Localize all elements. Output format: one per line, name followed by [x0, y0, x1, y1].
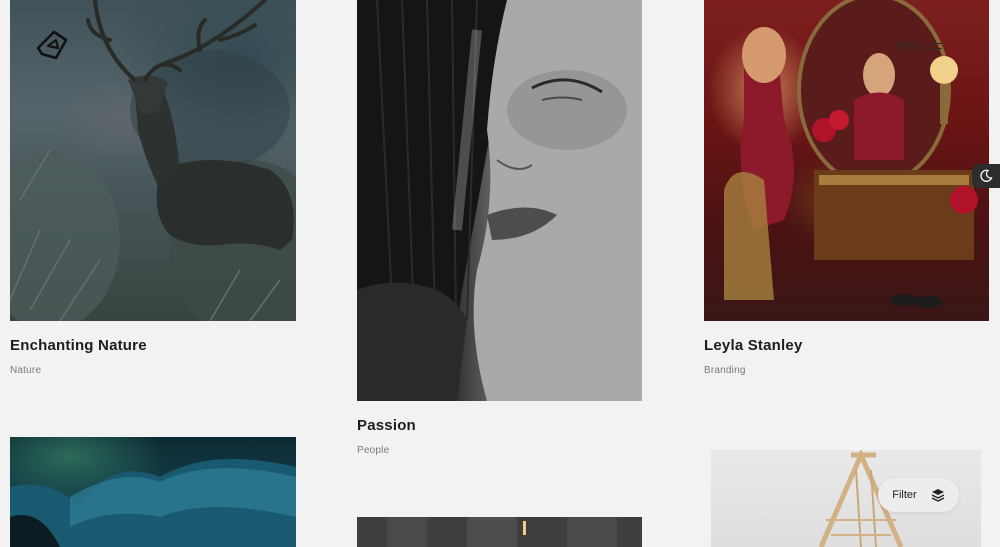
menu-label: Menu [897, 40, 925, 52]
passion-image[interactable] [357, 0, 642, 401]
hamburger-icon [929, 42, 942, 50]
portfolio-item-title[interactable]: Enchanting Nature [10, 337, 147, 354]
theme-toggle-button[interactable] [972, 164, 1000, 188]
portfolio-item-category: Branding [704, 365, 746, 376]
portfolio-item-passion[interactable]: Passion People [350, 0, 650, 460]
portfolio-item-interior[interactable] [350, 517, 650, 547]
portfolio-item-aurora[interactable] [0, 437, 300, 547]
menu-button[interactable]: Menu [897, 38, 942, 54]
portfolio-item-category: People [357, 445, 390, 456]
portfolio-item-category: Nature [10, 365, 42, 376]
filter-label: Filter [892, 489, 917, 501]
portfolio-item-title[interactable]: Passion [357, 417, 416, 434]
aurora-image[interactable] [10, 437, 296, 547]
leyla-stanley-image[interactable] [704, 0, 989, 321]
interior-image[interactable] [357, 517, 642, 547]
portfolio-item-title[interactable]: Leyla Stanley [704, 337, 802, 354]
filter-button[interactable]: Filter [878, 478, 959, 512]
portfolio-item-leyla-stanley[interactable]: Leyla Stanley Branding [700, 0, 1000, 380]
layers-icon [931, 489, 945, 502]
brand-logo-icon[interactable] [34, 26, 70, 62]
moon-icon [980, 169, 993, 182]
